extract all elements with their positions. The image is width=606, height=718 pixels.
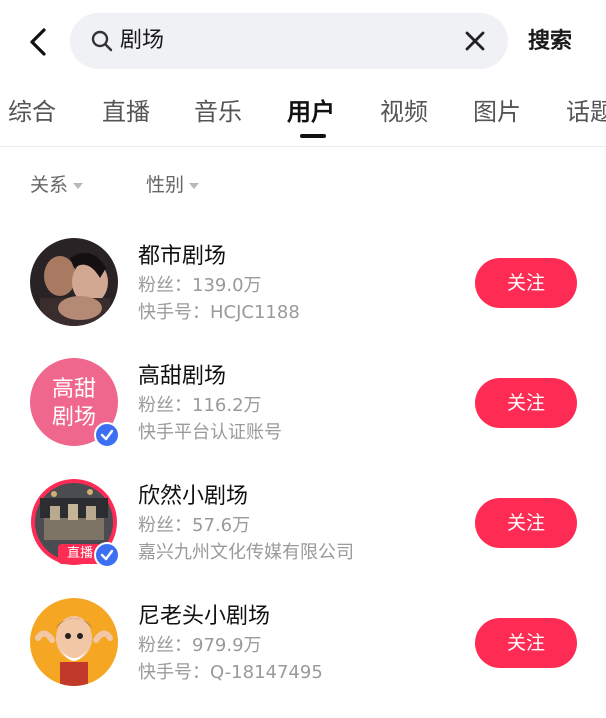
verified-badge-icon	[94, 542, 120, 568]
search-icon	[91, 30, 113, 52]
search-header: 剧场 搜索	[0, 0, 606, 84]
follow-button[interactable]: 关注	[475, 498, 577, 548]
user-id: 快手号：Q-18147495	[138, 662, 323, 683]
tab-topics[interactable]: 话题	[566, 92, 606, 127]
filter-bar: 关系 性别	[0, 160, 606, 210]
user-id: 快手号：HCJC1188	[138, 302, 300, 323]
follow-button[interactable]: 关注	[475, 378, 577, 428]
user-name[interactable]: 高甜剧场	[138, 358, 226, 390]
tab-users[interactable]: 用户	[287, 92, 335, 127]
user-followers: 粉丝：979.9万	[138, 635, 262, 656]
user-row[interactable]: 直播 欣然小剧场 粉丝：57.6万 嘉兴九州文化传媒有限公司 关注	[0, 478, 606, 598]
avatar[interactable]	[30, 598, 118, 686]
search-input[interactable]: 剧场	[70, 13, 508, 69]
user-name[interactable]: 都市剧场	[138, 238, 226, 270]
tab-all[interactable]: 综合	[8, 92, 56, 127]
follow-button[interactable]: 关注	[475, 258, 577, 308]
avatar-text-top: 高甜	[52, 377, 96, 402]
avatar-text-bottom: 剧场	[52, 405, 96, 430]
user-name[interactable]: 尼老头小剧场	[138, 598, 270, 630]
filter-relation[interactable]: 关系	[30, 170, 84, 197]
user-company: 嘉兴九州文化传媒有限公司	[138, 542, 354, 563]
user-row[interactable]: 都市剧场 粉丝：139.0万 快手号：HCJC1188 关注	[0, 238, 606, 358]
user-row[interactable]: 高甜 剧场 高甜剧场 粉丝：116.2万 快手平台认证账号 关注	[0, 358, 606, 478]
user-followers: 粉丝：139.0万	[138, 275, 262, 296]
active-tab-indicator	[300, 134, 326, 138]
back-button[interactable]	[24, 24, 54, 60]
tab-live[interactable]: 直播	[102, 92, 150, 127]
close-icon[interactable]	[464, 30, 486, 52]
caret-down-icon	[73, 182, 84, 189]
search-query[interactable]: 剧场	[120, 13, 164, 69]
filter-relation-label: 关系	[30, 174, 69, 196]
user-followers: 粉丝：57.6万	[138, 515, 251, 536]
avatar[interactable]	[30, 238, 118, 326]
chevron-left-icon	[30, 28, 46, 56]
search-button[interactable]: 搜索	[528, 0, 572, 84]
follow-button[interactable]: 关注	[475, 618, 577, 668]
filter-gender-label: 性别	[146, 174, 185, 196]
user-verification: 快手平台认证账号	[138, 422, 282, 443]
user-followers: 粉丝：116.2万	[138, 395, 262, 416]
filter-gender[interactable]: 性别	[146, 170, 200, 197]
category-tabs: 综合 直播 音乐 用户 视频 图片 话题	[0, 84, 606, 147]
verified-badge-icon	[94, 422, 120, 448]
tab-music[interactable]: 音乐	[194, 92, 242, 127]
user-name[interactable]: 欣然小剧场	[138, 478, 248, 510]
caret-down-icon	[189, 182, 200, 189]
tab-videos[interactable]: 视频	[380, 92, 428, 127]
tab-images[interactable]: 图片	[473, 92, 521, 127]
user-row[interactable]: 尼老头小剧场 粉丝：979.9万 快手号：Q-18147495 关注	[0, 598, 606, 718]
